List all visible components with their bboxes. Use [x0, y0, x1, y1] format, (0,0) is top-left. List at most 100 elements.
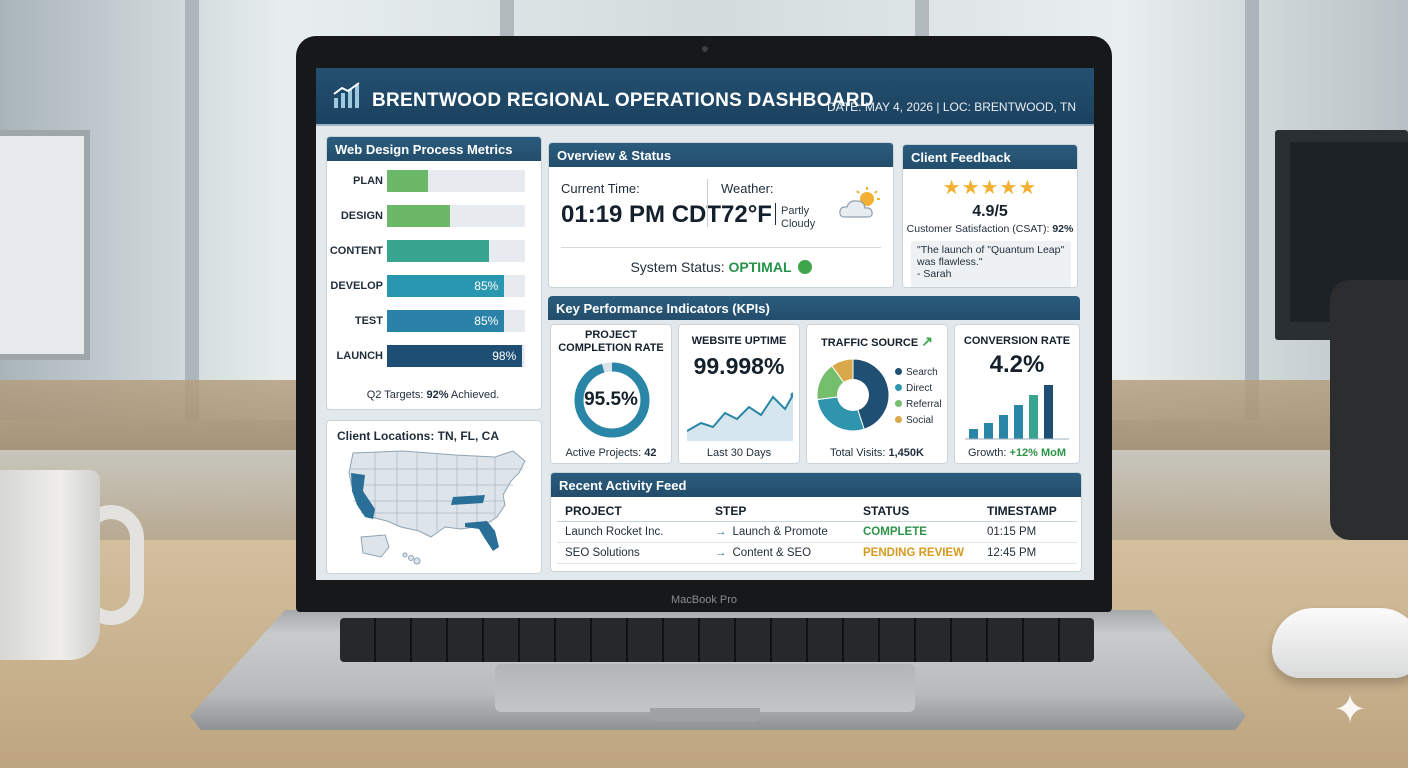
process-footer: Q2 Targets: 92% Achieved.: [366, 389, 500, 401]
system-status-value: OPTIMAL: [728, 259, 792, 275]
conversion-bar: [969, 429, 978, 439]
process-stage-label: LAUNCH: [336, 350, 383, 362]
current-time-value: 01:19 PM CDT: [561, 201, 722, 228]
computer-mouse[interactable]: [1272, 608, 1408, 678]
website-uptime-value: 99.998%: [693, 353, 785, 379]
process-metrics-panel: Web Design Process Metrics PLAN DESIGN CON…: [326, 136, 542, 410]
conversion-growth-value: +12% MoM: [1009, 447, 1067, 459]
date-location-readout: DATE: MAY 4, 2026 | LOC: BRENTWOOD, TN: [827, 100, 1076, 114]
laptop-model-label: MacBook Pro: [670, 594, 738, 606]
process-stage-track: 85%: [387, 275, 525, 297]
dashboard-title: BRENTWOOD REGIONAL OPERATIONS DASHBOARD: [372, 90, 874, 111]
kpi-panel: Key Performance Indicators (KPIs) PROJEC…: [548, 296, 1080, 464]
traffic-donut: [816, 358, 890, 432]
traffic-legend-item: Referral: [895, 399, 942, 410]
process-stage-row: TEST 85%: [327, 309, 539, 333]
activity-timestamp: 01:15 PM: [979, 521, 1077, 543]
activity-header-row: PROJECT STEP STATUS TIMESTAMP: [557, 501, 1077, 522]
testimonial-quote: "The launch of "Quantum Leap" was flawle…: [911, 241, 1071, 287]
webcam-icon: [702, 46, 708, 52]
process-stage-bar: [387, 205, 451, 227]
column-header[interactable]: STATUS: [855, 501, 979, 522]
activity-status: COMPLETE: [855, 521, 979, 543]
bar-chart-icon: [333, 82, 360, 108]
process-stage-row: CONTENT: [327, 239, 539, 263]
column-header[interactable]: PROJECT: [557, 501, 707, 522]
active-projects: Active Projects: 42: [565, 447, 657, 459]
process-footer-value: 92%: [426, 389, 449, 401]
laptop-keyboard[interactable]: [340, 618, 1094, 662]
legend-dot-icon: [895, 416, 902, 423]
process-stage-track: [387, 205, 525, 227]
csat-value: 92%: [1052, 223, 1074, 235]
conversion-growth: Growth: +12% MoM: [967, 447, 1067, 459]
total-visits: Total Visits: 1,450K: [830, 447, 924, 459]
kpi-title: Key Performance Indicators (KPIs): [548, 296, 1080, 320]
window-frame: [1245, 0, 1259, 420]
conversion-bar: [984, 423, 993, 439]
conversion-bar: [1029, 395, 1038, 439]
csat-readout: Customer Satisfaction (CSAT): 92%: [906, 223, 1074, 235]
process-stage-row: LAUNCH 98%: [327, 344, 539, 368]
process-stage-track: 85%: [387, 310, 525, 332]
state-hawaii: [402, 552, 421, 565]
process-stage-row: DEVELOP 85%: [327, 274, 539, 298]
process-metrics-title: Web Design Process Metrics: [327, 137, 541, 161]
conversion-bar: [1014, 405, 1023, 439]
activity-status: PENDING REVIEW: [855, 542, 979, 564]
process-stage-label: PLAN: [353, 175, 383, 187]
current-time-label: Current Time:: [561, 181, 640, 196]
system-status: System Status: OPTIMAL: [549, 259, 893, 275]
activity-step: → Launch & Promote: [707, 521, 855, 543]
active-projects-value: 42: [644, 447, 657, 459]
dashboard-screen: BRENTWOOD REGIONAL OPERATIONS DASHBOARD …: [316, 68, 1094, 580]
completion-rate-title: PROJECT COMPLETION RATE: [558, 329, 664, 354]
website-uptime-card: WEBSITE UPTIME 99.998% Last 30 Days: [678, 324, 800, 464]
activity-feed-title: Recent Activity Feed: [551, 473, 1081, 497]
activity-row[interactable]: Launch Rocket Inc. → Launch & Promote COMPL…: [557, 521, 1077, 543]
overview-title: Overview & Status: [549, 143, 893, 167]
activity-timestamp: 12:45 PM: [979, 542, 1077, 564]
column-header[interactable]: TIMESTAMP: [979, 501, 1077, 522]
activity-project: Launch Rocket Inc.: [557, 521, 707, 543]
legend-dot-icon: [895, 384, 902, 391]
arrow-right-icon: →: [715, 547, 727, 559]
column-header[interactable]: STEP: [707, 501, 855, 522]
laptop-trackpad[interactable]: [495, 664, 915, 712]
traffic-legend-item: Search: [895, 367, 938, 378]
partly-cloudy-icon: [839, 187, 880, 218]
process-stage-label: TEST: [354, 315, 383, 327]
process-stage-bar: [387, 240, 490, 262]
activity-project: SEO Solutions: [557, 542, 707, 564]
process-stage-label: CONTENT: [329, 245, 383, 257]
dashboard-header: BRENTWOOD REGIONAL OPERATIONS DASHBOARD …: [316, 68, 1094, 126]
process-stage-row: PLAN: [327, 169, 539, 193]
activity-row[interactable]: SEO Solutions → Content & SEO PENDING REVIE…: [557, 542, 1077, 564]
client-locations-title: Client Locations: TN, FL, CA: [337, 429, 499, 443]
state-florida: [465, 521, 499, 551]
client-feedback-title: Client Feedback: [903, 145, 1077, 169]
conversion-rate-value: 4.2%: [989, 351, 1045, 378]
process-stage-percent: 85%: [474, 279, 499, 293]
activity-step: → Content & SEO: [707, 542, 855, 564]
activity-feed-panel: Recent Activity Feed PROJECT STEP STATUS…: [550, 472, 1082, 572]
background-monitor: [0, 130, 90, 360]
overview-divider: [707, 179, 708, 227]
conversion-bar: [1044, 385, 1053, 439]
completion-rate-value: 95.5%: [584, 389, 638, 410]
traffic-source-title: TRAFFIC SOURCE ↗: [821, 333, 933, 349]
uptime-period: Last 30 Days: [706, 447, 772, 459]
conversion-rate-title: CONVERSION RATE: [963, 335, 1071, 347]
traffic-legend-item: Direct: [895, 383, 932, 394]
testimonial-author: - Sarah: [917, 268, 952, 280]
sparkle-icon: ✦: [1333, 688, 1367, 732]
temperature-value: 72°F: [721, 201, 772, 228]
weather-divider: [775, 203, 776, 225]
laptop-notch: [650, 708, 760, 722]
process-stage-track: 98%: [387, 345, 525, 367]
state-alaska: [360, 534, 390, 558]
coffee-mug: [0, 470, 100, 660]
website-uptime-title: WEBSITE UPTIME: [691, 335, 787, 347]
process-stage-bar: [387, 170, 429, 192]
traffic-legend-item: Social: [895, 415, 933, 426]
